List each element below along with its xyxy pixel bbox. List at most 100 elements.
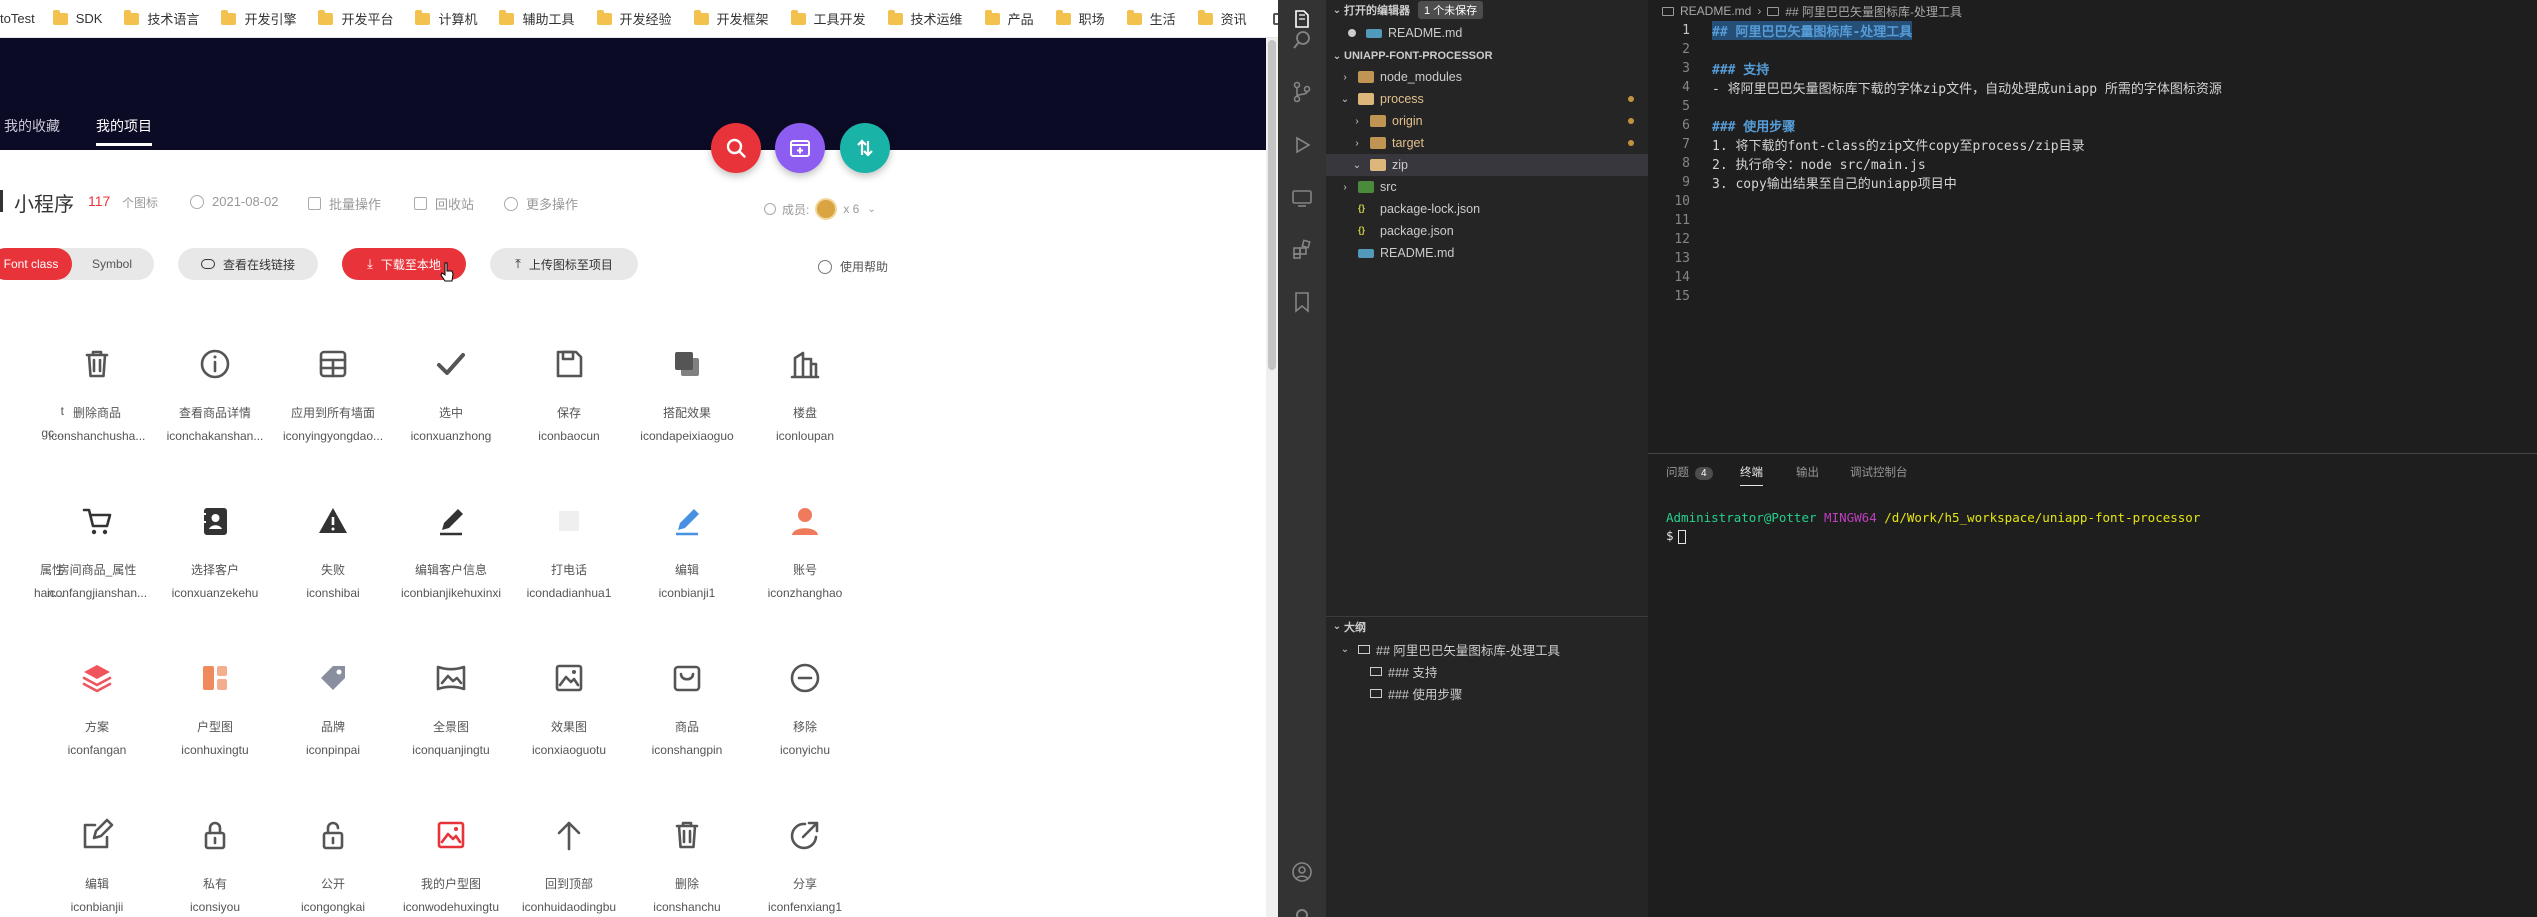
tab-my-projects[interactable]: 我的项目 (96, 116, 152, 146)
bookmarks-bar: toTest SDK 技术语言 开发引擎 开发平台 计算机 辅助工具 开发经验 开发框架 工具开发… (0, 0, 1278, 38)
bookmark-folder[interactable]: 工具开发 (790, 9, 866, 28)
folder-open-icon (1358, 93, 1374, 105)
tab-problems[interactable]: 问题 4 (1666, 464, 1713, 480)
icon-card[interactable]: 房间商品_属性 iconfangjianshan... (38, 497, 156, 600)
icon-card[interactable]: 编辑 iconbianjii (38, 811, 156, 914)
icon-card[interactable]: 选择客户 iconxuanzekehu (156, 497, 274, 600)
terminal-user: Administrator@Potter (1666, 510, 1817, 525)
account-icon[interactable] (1290, 860, 1314, 884)
members-count: x 6 (843, 202, 860, 216)
icon-preview (274, 811, 392, 859)
bookmark-folder[interactable]: 生活 (1126, 9, 1176, 28)
icon-card[interactable]: 回到顶部 iconhuidaodingbu (510, 811, 628, 914)
icon-card[interactable]: 楼盘 iconloupan (746, 340, 864, 443)
icon-card[interactable]: 打电话 icondadianhua1 (510, 497, 628, 600)
more-icon (504, 196, 518, 211)
outline-item[interactable]: ⌄ ## 阿里巴巴矢量图标库-处理工具 (1326, 638, 1648, 660)
icon-card[interactable]: 品牌 iconpinpai (274, 654, 392, 757)
project-root-header[interactable]: ⌄ UNIAPP-FONT-PROCESSOR (1326, 46, 1648, 66)
extensions-icon[interactable] (1290, 238, 1314, 262)
icon-card[interactable]: 全景图 iconquanjingtu (392, 654, 510, 757)
file-tree-item[interactable]: README.md (1326, 242, 1648, 264)
bookmark-folder[interactable]: 开发平台 (318, 9, 393, 28)
add-project-fab[interactable] (775, 123, 825, 173)
breadcrumb-file[interactable]: README.md (1680, 4, 1751, 18)
bookmark-folder[interactable]: 技术语言 (124, 9, 199, 28)
bookmark-folder[interactable]: 资讯 (1197, 9, 1247, 28)
file-tree-item[interactable]: {} package.json (1326, 220, 1648, 242)
icon-card[interactable]: 分享 iconfenxiang1 (746, 811, 864, 914)
icon-card[interactable]: 私有 iconsiyou (156, 811, 274, 914)
search-icon[interactable] (1290, 28, 1314, 52)
tab-terminal[interactable]: 终端 (1740, 464, 1763, 486)
more-operations[interactable]: 更多操作 (504, 194, 578, 213)
folder-add-icon (790, 140, 810, 157)
members[interactable]: 成员: x 6 ⌄ (764, 198, 876, 220)
help-link[interactable]: 使用帮助 (818, 258, 888, 275)
bookmark-folder[interactable]: 计算机 (415, 9, 477, 28)
bookmark-folder[interactable]: 技术运维 (887, 9, 963, 28)
tab-my-collections[interactable]: 我的收藏 (4, 116, 60, 136)
remote-explorer-icon[interactable] (1290, 186, 1314, 210)
bookmark-folder[interactable]: 辅助工具 (499, 9, 575, 28)
icon-card[interactable]: 效果图 iconxiaoguotu (510, 654, 628, 757)
project-name: 小程序 (14, 194, 74, 216)
upload-to-project-button[interactable]: ⤒ 上传图标至项目 (490, 248, 638, 280)
terminal-input-line[interactable]: $ (1666, 528, 1686, 544)
icon-card[interactable]: 搭配效果 icondapeixiaoguo (628, 340, 746, 443)
settings-gear-icon[interactable] (1290, 903, 1314, 917)
icon-card[interactable]: 失败 iconshibai (274, 497, 392, 600)
open-editors-header[interactable]: ⌄ 打开的编辑器 1 个未保存 (1326, 0, 1648, 20)
code-text: ## 阿里巴巴矢量图标库-处理工具 (1712, 21, 1913, 40)
bookmarks-icon[interactable] (1290, 290, 1314, 314)
tab-debug-console[interactable]: 调试控制台 (1850, 464, 1908, 480)
icon-card[interactable]: 公开 icongongkai (274, 811, 392, 914)
icon-card[interactable]: 删除 iconshanchu (628, 811, 746, 914)
icon-card[interactable]: 查看商品详情 iconchakanshan... (156, 340, 274, 443)
icon-card[interactable]: 方案 iconfangan (38, 654, 156, 757)
bookmark-folder[interactable]: 职场 (1055, 9, 1105, 28)
tab-output[interactable]: 输出 (1796, 464, 1819, 480)
icon-card[interactable]: 商品 iconshangpin (628, 654, 746, 757)
line-number: 2 (1682, 42, 1690, 57)
source-control-icon[interactable] (1290, 80, 1314, 104)
file-tree-item[interactable]: ⌄ zip (1326, 154, 1648, 176)
icon-card[interactable]: 应用到所有墙面 iconyingyongdao... (274, 340, 392, 443)
outline-header[interactable]: ⌄ 大纲 (1326, 616, 1648, 636)
icon-card[interactable]: 保存 iconbaocun (510, 340, 628, 443)
icon-card[interactable]: 我的户型图 iconwodehuxingtu (392, 811, 510, 914)
view-online-link-button[interactable]: 查看在线链接 (178, 248, 318, 280)
open-editor-item[interactable]: README.md (1326, 22, 1648, 44)
symbol-option[interactable]: Symbol (82, 248, 142, 280)
bookmark-folder[interactable]: SDK (52, 9, 102, 26)
search-fab[interactable] (711, 123, 761, 173)
batch-operation[interactable]: 批量操作 (308, 194, 381, 213)
run-debug-icon[interactable] (1290, 133, 1314, 157)
font-class-option[interactable]: Font class (0, 248, 72, 280)
icon-name: 保存 (556, 406, 581, 420)
outline-item[interactable]: ### 支持 (1326, 660, 1648, 682)
recycle-bin[interactable]: 回收站 (414, 194, 474, 213)
bookmark-folder[interactable]: 产品 (984, 9, 1034, 28)
icon-card[interactable]: 选中 iconxuanzhong (392, 340, 510, 443)
icon-card[interactable]: 编辑客户信息 iconbianjikehuxinxi (392, 497, 510, 600)
page-scrollbar-thumb[interactable] (1268, 40, 1276, 370)
bookmark-first[interactable]: toTest (0, 11, 35, 26)
bookmark-folder[interactable]: 开发框架 (693, 9, 769, 28)
file-tree-item[interactable]: › node_modules (1326, 66, 1648, 88)
bookmark-folder[interactable]: 开发经验 (596, 9, 672, 28)
breadcrumb-symbol[interactable]: ## 阿里巴巴矢量图标库-处理工具 (1785, 3, 1962, 20)
icon-card[interactable]: 移除 iconyichu (746, 654, 864, 757)
icon-card[interactable]: 编辑 iconbianji1 (628, 497, 746, 600)
outline-item[interactable]: ### 使用步骤 (1326, 682, 1648, 704)
file-tree-item[interactable]: {} package-lock.json (1326, 198, 1648, 220)
icon-card[interactable]: 删除商品 iconshanchusha... (38, 340, 156, 443)
file-tree-item[interactable]: › origin (1326, 110, 1648, 132)
file-tree-item[interactable]: ⌄ process (1326, 88, 1648, 110)
file-tree-item[interactable]: › target (1326, 132, 1648, 154)
icon-card[interactable]: 账号 iconzhanghao (746, 497, 864, 600)
file-tree-item[interactable]: › src (1326, 176, 1648, 198)
bookmark-folder[interactable]: 开发引擎 (221, 9, 296, 28)
sort-fab[interactable] (840, 123, 890, 173)
icon-card[interactable]: 户型图 iconhuxingtu (156, 654, 274, 757)
